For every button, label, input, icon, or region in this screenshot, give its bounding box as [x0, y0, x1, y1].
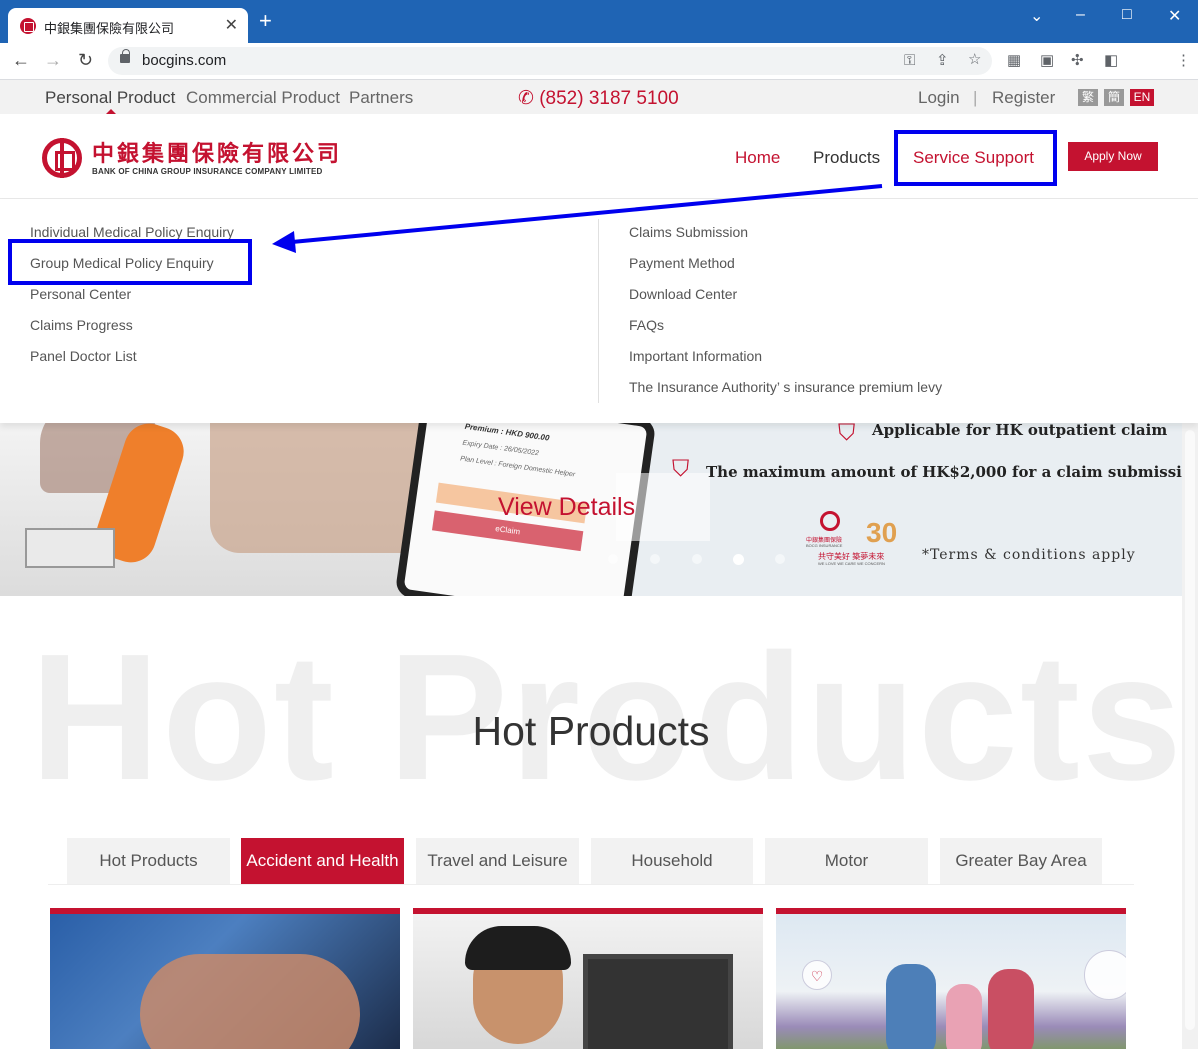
banner-plan: Plan Level : Foreign Domestic Helper	[459, 455, 576, 479]
person-badge-icon	[1084, 950, 1126, 1000]
shield-check-icon: ⛉	[838, 423, 856, 445]
card-photo-father	[886, 964, 936, 1049]
annotation-arrow-icon	[272, 184, 883, 253]
hot-products-title: Hot Products	[472, 708, 710, 754]
terms-note: *Terms & conditions apply	[922, 547, 1136, 563]
menu-insurance-authority-levy[interactable]: The Insurance Authority’ s insurance pre…	[629, 379, 942, 395]
tab-greater-bay-area[interactable]: Greater Bay Area	[940, 838, 1102, 884]
tab-accident-and-health[interactable]: Accident and Health	[241, 838, 404, 884]
tab-motor[interactable]: Motor	[765, 838, 928, 884]
shield-check-icon: ⛉	[672, 455, 690, 481]
menu-claims-progress[interactable]: Claims Progress	[30, 317, 133, 333]
tab-household[interactable]: Household	[591, 838, 753, 884]
card-photo-hair	[465, 926, 571, 970]
banner-figure-body	[210, 423, 430, 553]
banner-expiry: Expiry Date : 26/05/2022	[461, 439, 540, 458]
carousel-dot[interactable]	[775, 554, 785, 564]
card-photo-child	[946, 984, 982, 1049]
menu-panel-doctor-list[interactable]: Panel Doctor List	[30, 348, 137, 364]
feature-outpatient: Applicable for HK outpatient claim	[872, 423, 1168, 439]
tab-travel-and-leisure[interactable]: Travel and Leisure	[416, 838, 579, 884]
card-photo-monitor	[583, 954, 733, 1049]
product-card[interactable]	[50, 908, 400, 1049]
feature-max-amount: The maximum amount of HK$2,000 for a cla…	[706, 463, 1182, 481]
page-scrollbar-thumb[interactable]	[1185, 430, 1195, 1030]
carousel-dot[interactable]	[650, 554, 660, 564]
small-logo-en: BOCG INSURANCE	[806, 543, 843, 548]
view-details-button[interactable]: View Details	[498, 493, 635, 522]
banner-appliance	[25, 528, 115, 568]
boc-small-logo-icon	[820, 511, 840, 531]
carousel-dot[interactable]	[608, 554, 618, 564]
heart-hand-icon: ♡	[802, 960, 832, 990]
tab-hot-products[interactable]: Hot Products	[67, 838, 230, 884]
anniversary-30-badge: 30	[866, 517, 898, 548]
card-photo-mother	[988, 969, 1034, 1049]
menu-faqs[interactable]: FAQs	[629, 317, 664, 333]
banner-premium: Premium : HKD 900.00	[464, 423, 550, 443]
carousel-dot-active[interactable]	[733, 554, 744, 565]
product-card[interactable]	[413, 908, 763, 1049]
promo-banner: Premium : HKD 900.00 Expiry Date : 26/05…	[0, 423, 1182, 596]
product-card[interactable]: ♡	[776, 908, 1126, 1049]
card-photo-knee	[140, 954, 360, 1049]
banner-slogan-en: WE LOVE WE CARE WE CONCERN	[818, 561, 885, 566]
carousel-dot[interactable]	[692, 554, 702, 564]
menu-important-information[interactable]: Important Information	[629, 348, 762, 364]
tab-underline	[48, 884, 1134, 885]
